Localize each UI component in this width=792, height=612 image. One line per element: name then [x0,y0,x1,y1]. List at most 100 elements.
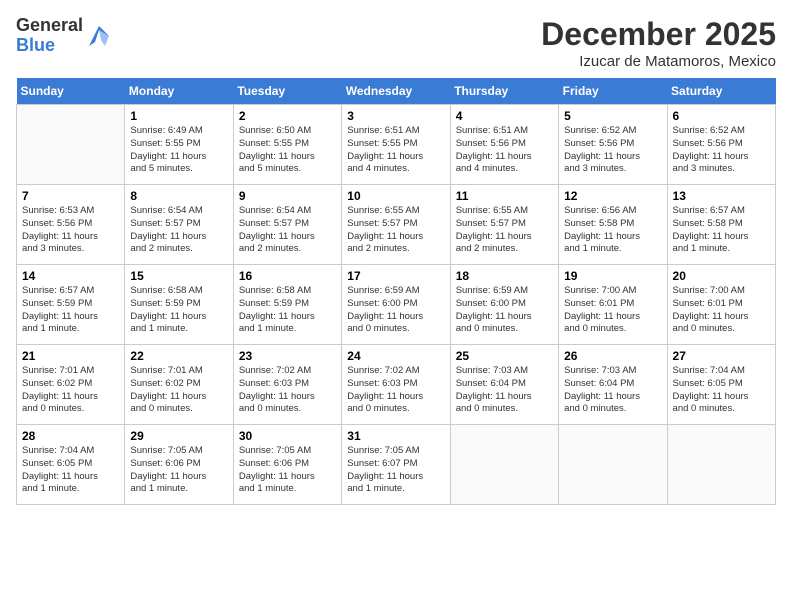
calendar-cell: 13Sunrise: 6:57 AMSunset: 5:58 PMDayligh… [667,185,775,265]
day-number: 19 [564,269,661,283]
calendar-cell: 5 Sunrise: 6:52 AMSunset: 5:56 PMDaylight… [559,105,667,185]
calendar-cell: 25 Sunrise: 7:03 AMSunset: 6:04 PMDayligh… [450,345,558,425]
day-number: 24 [347,349,444,363]
calendar-cell: 18 Sunrise: 6:59 AMSunset: 6:00 PMDayligh… [450,265,558,345]
calendar-cell: 30Sunrise: 7:05 AMSunset: 6:06 PMDayligh… [233,425,341,505]
weekday-header-saturday: Saturday [667,78,775,105]
day-number: 21 [22,349,119,363]
day-number: 23 [239,349,336,363]
weekday-header-friday: Friday [559,78,667,105]
calendar-cell: 23 Sunrise: 7:02 AMSunset: 6:03 PMDayligh… [233,345,341,425]
day-number: 7 [22,189,119,203]
calendar-cell: 22Sunrise: 7:01 AMSunset: 6:02 PMDayligh… [125,345,233,425]
day-number: 31 [347,429,444,443]
calendar-cell: 27 Sunrise: 7:04 AMSunset: 6:05 PMDayligh… [667,345,775,425]
calendar-week-row: 1 Sunrise: 6:49 AMSunset: 5:55 PMDaylight… [17,105,776,185]
calendar-body: 1 Sunrise: 6:49 AMSunset: 5:55 PMDaylight… [17,105,776,505]
day-info: Sunrise: 6:49 AMSunset: 5:55 PMDaylight:… [130,125,227,176]
day-info: Sunrise: 7:03 AMSunset: 6:04 PMDaylight:… [456,365,553,416]
day-info: Sunrise: 7:04 AMSunset: 6:05 PMDaylight:… [673,365,770,416]
calendar-cell [559,425,667,505]
day-number: 3 [347,109,444,123]
day-number: 5 [564,109,661,123]
calendar-cell: 6Sunrise: 6:52 AMSunset: 5:56 PMDaylight… [667,105,775,185]
calendar-week-row: 7 Sunrise: 6:53 AMSunset: 5:56 PMDaylight… [17,185,776,265]
day-info: Sunrise: 6:55 AMSunset: 5:57 PMDaylight:… [456,205,553,256]
calendar-cell: 10 Sunrise: 6:55 AMSunset: 5:57 PMDayligh… [342,185,450,265]
weekday-header-monday: Monday [125,78,233,105]
day-info: Sunrise: 6:56 AMSunset: 5:58 PMDaylight:… [564,205,661,256]
calendar-cell: 9 Sunrise: 6:54 AMSunset: 5:57 PMDaylight… [233,185,341,265]
day-info: Sunrise: 6:58 AMSunset: 5:59 PMDaylight:… [130,285,227,336]
month-title: December 2025 [541,16,776,53]
day-number: 4 [456,109,553,123]
calendar-cell: 19 Sunrise: 7:00 AMSunset: 6:01 PMDayligh… [559,265,667,345]
calendar-cell: 8Sunrise: 6:54 AMSunset: 5:57 PMDaylight… [125,185,233,265]
day-info: Sunrise: 6:59 AMSunset: 6:00 PMDaylight:… [456,285,553,336]
day-info: Sunrise: 6:58 AMSunset: 5:59 PMDaylight:… [239,285,336,336]
day-number: 1 [130,109,227,123]
day-info: Sunrise: 6:54 AMSunset: 5:57 PMDaylight:… [130,205,227,256]
calendar-cell: 21 Sunrise: 7:01 AMSunset: 6:02 PMDayligh… [17,345,125,425]
day-number: 11 [456,189,553,203]
calendar-cell [450,425,558,505]
day-info: Sunrise: 6:53 AMSunset: 5:56 PMDaylight:… [22,205,119,256]
location-title: Izucar de Matamoros, Mexico [541,53,776,70]
calendar-cell: 2Sunrise: 6:50 AMSunset: 5:55 PMDaylight… [233,105,341,185]
day-info: Sunrise: 6:51 AMSunset: 5:56 PMDaylight:… [456,125,553,176]
day-info: Sunrise: 6:59 AMSunset: 6:00 PMDaylight:… [347,285,444,336]
calendar-cell: 12Sunrise: 6:56 AMSunset: 5:58 PMDayligh… [559,185,667,265]
calendar-cell: 14Sunrise: 6:57 AMSunset: 5:59 PMDayligh… [17,265,125,345]
logo-icon [85,22,113,50]
calendar-cell: 26 Sunrise: 7:03 AMSunset: 6:04 PMDayligh… [559,345,667,425]
calendar-week-row: 28Sunrise: 7:04 AMSunset: 6:05 PMDayligh… [17,425,776,505]
calendar-table: SundayMondayTuesdayWednesdayThursdayFrid… [16,78,776,505]
calendar-cell: 4 Sunrise: 6:51 AMSunset: 5:56 PMDaylight… [450,105,558,185]
weekday-header-thursday: Thursday [450,78,558,105]
calendar-cell: 28Sunrise: 7:04 AMSunset: 6:05 PMDayligh… [17,425,125,505]
day-number: 28 [22,429,119,443]
day-info: Sunrise: 6:57 AMSunset: 5:59 PMDaylight:… [22,285,119,336]
day-info: Sunrise: 6:52 AMSunset: 5:56 PMDaylight:… [564,125,661,176]
day-number: 29 [130,429,227,443]
logo-blue: Blue [16,36,83,56]
calendar-cell: 20 Sunrise: 7:00 AMSunset: 6:01 PMDayligh… [667,265,775,345]
calendar-cell: 11 Sunrise: 6:55 AMSunset: 5:57 PMDayligh… [450,185,558,265]
logo: General Blue [16,16,113,56]
calendar-cell: 16 Sunrise: 6:58 AMSunset: 5:59 PMDayligh… [233,265,341,345]
day-number: 17 [347,269,444,283]
day-number: 26 [564,349,661,363]
page-header: General Blue December 2025 Izucar de Mat… [16,16,776,70]
day-number: 18 [456,269,553,283]
day-info: Sunrise: 6:54 AMSunset: 5:57 PMDaylight:… [239,205,336,256]
day-info: Sunrise: 7:03 AMSunset: 6:04 PMDaylight:… [564,365,661,416]
day-number: 10 [347,189,444,203]
day-number: 15 [130,269,227,283]
title-block: December 2025 Izucar de Matamoros, Mexic… [541,16,776,70]
day-info: Sunrise: 7:01 AMSunset: 6:02 PMDaylight:… [130,365,227,416]
day-info: Sunrise: 7:00 AMSunset: 6:01 PMDaylight:… [564,285,661,336]
day-info: Sunrise: 6:57 AMSunset: 5:58 PMDaylight:… [673,205,770,256]
calendar-cell [17,105,125,185]
calendar-cell: 24 Sunrise: 7:02 AMSunset: 6:03 PMDayligh… [342,345,450,425]
day-number: 25 [456,349,553,363]
calendar-week-row: 14Sunrise: 6:57 AMSunset: 5:59 PMDayligh… [17,265,776,345]
calendar-cell [667,425,775,505]
calendar-cell: 3Sunrise: 6:51 AMSunset: 5:55 PMDaylight… [342,105,450,185]
calendar-header: SundayMondayTuesdayWednesdayThursdayFrid… [17,78,776,105]
day-info: Sunrise: 7:05 AMSunset: 6:07 PMDaylight:… [347,445,444,496]
day-number: 9 [239,189,336,203]
day-info: Sunrise: 7:01 AMSunset: 6:02 PMDaylight:… [22,365,119,416]
day-info: Sunrise: 6:50 AMSunset: 5:55 PMDaylight:… [239,125,336,176]
day-info: Sunrise: 7:02 AMSunset: 6:03 PMDaylight:… [239,365,336,416]
weekday-header-sunday: Sunday [17,78,125,105]
day-info: Sunrise: 7:05 AMSunset: 6:06 PMDaylight:… [130,445,227,496]
day-info: Sunrise: 7:02 AMSunset: 6:03 PMDaylight:… [347,365,444,416]
day-number: 16 [239,269,336,283]
day-info: Sunrise: 7:00 AMSunset: 6:01 PMDaylight:… [673,285,770,336]
day-number: 27 [673,349,770,363]
weekday-header-wednesday: Wednesday [342,78,450,105]
day-number: 20 [673,269,770,283]
calendar-cell: 7 Sunrise: 6:53 AMSunset: 5:56 PMDaylight… [17,185,125,265]
day-info: Sunrise: 6:55 AMSunset: 5:57 PMDaylight:… [347,205,444,256]
